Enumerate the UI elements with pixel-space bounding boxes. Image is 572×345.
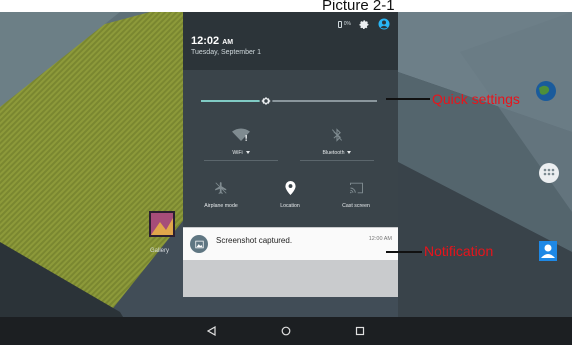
quick-settings-callout-line (386, 98, 430, 100)
tile-wifi[interactable]: WiFi (201, 125, 281, 161)
account-icon[interactable] (378, 18, 390, 30)
notification-time: 12:00 AM (368, 236, 392, 242)
shade-header: 0% 12:02 AM Tuesday, September 1 (183, 12, 398, 70)
wifi-dropdown-caret-icon (245, 151, 250, 155)
home-button[interactable] (275, 320, 297, 342)
tile-bluetooth-label[interactable]: Bluetooth (323, 150, 352, 156)
brightness-slider[interactable] (201, 94, 377, 108)
tile-airplane[interactable]: Airplane mode (181, 178, 261, 209)
notification-title: Screenshot captured. (216, 236, 293, 245)
battery-indicator: 0% (337, 20, 351, 28)
clock-time: 12:02 (191, 35, 220, 47)
back-icon (207, 326, 216, 336)
navigation-bar (0, 317, 572, 345)
image-icon (194, 240, 204, 248)
notification-shade: 0% 12:02 AM Tuesday, September 1 WiFi Bl… (183, 12, 398, 297)
back-button[interactable] (201, 320, 223, 342)
notification-app-icon (190, 235, 208, 253)
notification-card[interactable]: Screenshot captured. 12:00 AM (183, 228, 398, 260)
settings-gear-icon[interactable] (359, 19, 370, 30)
tile-cast-label: Cast screen (342, 203, 370, 209)
tile-wifi-label[interactable]: WiFi (232, 150, 250, 156)
wifi-off-icon (232, 128, 250, 141)
home-icon (281, 326, 291, 336)
tile-cast[interactable]: Cast screen (316, 178, 396, 209)
battery-percent: 0% (343, 21, 351, 27)
tile-location-label: Location (280, 203, 300, 209)
gallery-icon (149, 211, 175, 237)
contacts-app-icon[interactable] (538, 240, 558, 262)
bluetooth-off-icon (332, 128, 342, 142)
battery-icon (337, 20, 342, 28)
gallery-app-icon[interactable] (148, 210, 176, 240)
globe-app-icon[interactable] (535, 80, 557, 102)
quick-settings-panel: WiFi Bluetooth Airplane mode Location Ca… (183, 70, 398, 227)
location-pin-icon (284, 181, 296, 195)
bluetooth-dropdown-caret-icon (347, 151, 352, 155)
airplane-icon (215, 182, 227, 194)
cast-icon (349, 182, 363, 194)
recents-icon (355, 326, 365, 336)
brightness-thumb-icon[interactable] (259, 94, 273, 108)
tile-divider (204, 160, 278, 161)
recents-button[interactable] (349, 320, 371, 342)
notification-annotation: Notification (424, 243, 494, 259)
notification-callout-line (386, 251, 422, 253)
clock[interactable]: 12:02 AM (191, 35, 233, 47)
date-label: Tuesday, September 1 (191, 49, 262, 56)
tile-divider (300, 160, 374, 161)
clock-ampm: AM (222, 39, 234, 46)
quick-settings-annotation: Quick settings (432, 91, 520, 107)
gallery-label: Gallery (150, 248, 170, 254)
tile-airplane-label: Airplane mode (204, 203, 238, 209)
all-apps-icon[interactable] (538, 162, 560, 184)
brightness-fill (201, 100, 267, 102)
tablet-screen: Gallery 0% 12:02 AM Tuesday, September 1… (0, 12, 572, 345)
tile-bluetooth[interactable]: Bluetooth (297, 125, 377, 161)
status-icons: 0% (337, 18, 390, 30)
